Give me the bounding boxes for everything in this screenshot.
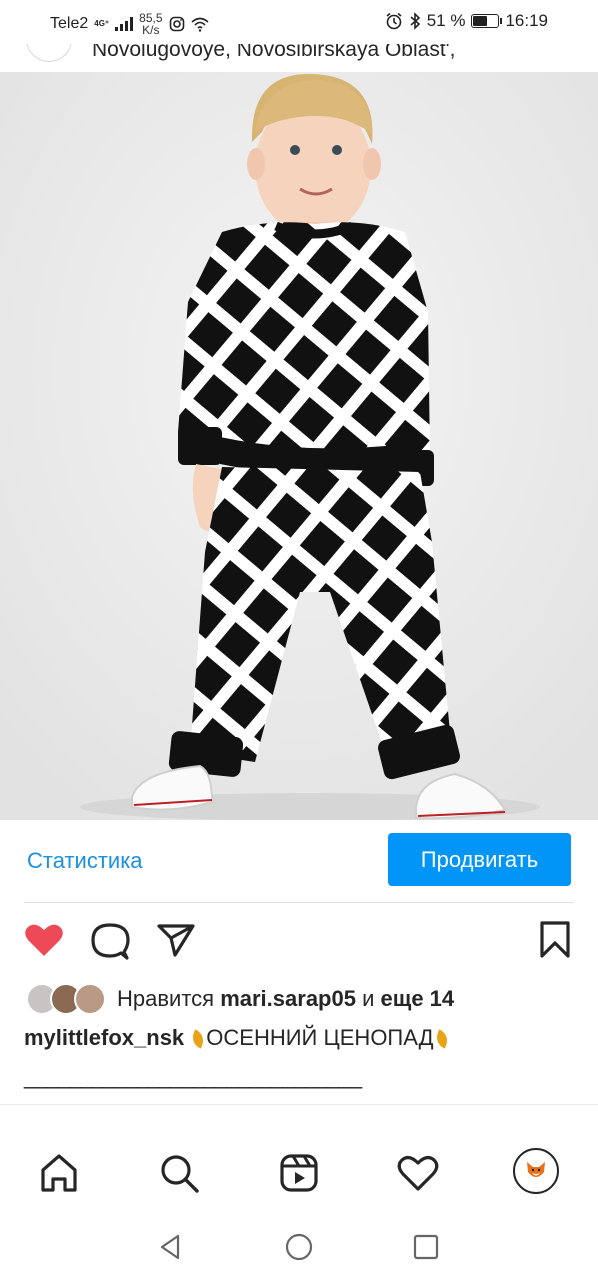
likes-summary[interactable]: Нравится mari.sarap05 и еще 14	[0, 980, 598, 1020]
like-icon[interactable]	[24, 922, 64, 958]
liked-by-username[interactable]: mari.sarap05	[220, 986, 356, 1011]
profile-fox-icon	[519, 1154, 553, 1188]
alarm-icon	[386, 12, 402, 30]
promote-button[interactable]: Продвигать	[388, 833, 571, 886]
network-speed: 85,5 K/s	[139, 12, 162, 36]
likes-connector: и	[362, 986, 375, 1011]
likes-others-count[interactable]: еще 14	[381, 986, 455, 1011]
post-photo[interactable]	[0, 72, 598, 820]
caption-cut-line	[24, 1094, 444, 1104]
caption-username[interactable]: mylittlefox_nsk	[24, 1025, 184, 1050]
search-icon[interactable]	[157, 1151, 201, 1195]
bluetooth-icon	[410, 12, 420, 30]
system-navigation	[0, 1214, 598, 1280]
wifi-icon	[190, 17, 209, 32]
view-insights-link[interactable]: Статистика	[27, 848, 143, 874]
status-left: Tele2 4G⁺ 85,5 K/s	[50, 12, 209, 36]
leaf-emoji-icon	[189, 1029, 207, 1049]
battery-percent: 51 %	[426, 11, 466, 30]
save-bookmark-icon[interactable]	[538, 920, 572, 960]
divider	[24, 902, 574, 903]
caption-separator: ______________________________	[24, 1064, 362, 1089]
back-icon[interactable]	[156, 1232, 186, 1262]
caption: mylittlefox_nsk ОСЕННИЙ ЦЕНОПАД	[24, 1025, 450, 1051]
likes-prefix: Нравится	[117, 986, 215, 1011]
status-bar: Tele2 4G⁺ 85,5 K/s 51 % 16:19	[0, 0, 598, 44]
battery-fill	[473, 16, 487, 26]
signal-icon	[115, 17, 134, 31]
post-header: Novolugovoye, Novosibirskaya Oblast',	[0, 44, 598, 72]
network-type: 4G⁺	[94, 19, 110, 28]
reels-icon[interactable]	[277, 1151, 321, 1195]
home-icon[interactable]	[37, 1151, 81, 1195]
bottom-navigation	[0, 1104, 598, 1215]
comment-icon[interactable]	[90, 922, 130, 960]
system-home-icon[interactable]	[284, 1232, 314, 1262]
speed-unit: K/s	[142, 23, 160, 37]
status-right: 51 % 16:19	[385, 11, 548, 31]
activity-heart-icon[interactable]	[396, 1151, 440, 1195]
post-location[interactable]: Novolugovoye, Novosibirskaya Oblast',	[92, 44, 456, 62]
child-outfit-illustration	[0, 72, 598, 820]
caption-text: ОСЕННИЙ ЦЕНОПАД	[206, 1025, 434, 1050]
likes-text: Нравится mari.sarap05 и еще 14	[117, 986, 454, 1012]
carrier-label: Tele2	[50, 15, 89, 32]
battery-icon	[471, 14, 503, 28]
instagram-notification-icon	[169, 16, 184, 32]
share-icon[interactable]	[156, 922, 196, 958]
recents-icon[interactable]	[411, 1232, 441, 1262]
insights-row: Статистика Продвигать	[0, 820, 598, 902]
profile-tab[interactable]	[513, 1148, 559, 1194]
leaf-emoji-icon	[433, 1029, 450, 1049]
liker-avatar	[74, 983, 106, 1015]
post-author-avatar[interactable]	[26, 44, 72, 62]
clock: 16:19	[505, 11, 548, 30]
